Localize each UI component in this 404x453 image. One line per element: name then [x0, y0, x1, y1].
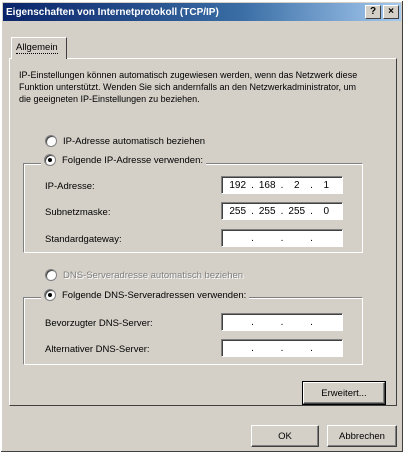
preferred-dns-field[interactable]: . . .	[221, 313, 343, 331]
octet: 255	[258, 205, 276, 217]
octet: 2	[293, 179, 300, 191]
octet: 192	[229, 179, 247, 191]
octet: 0	[323, 205, 330, 217]
dns-manual-label: Folgende DNS-Serveradressen verwenden:	[62, 289, 247, 301]
ip-auto-option[interactable]: IP-Adresse automatisch beziehen	[45, 135, 205, 147]
dns-manual-option[interactable]: Folgende DNS-Serveradressen verwenden:	[41, 289, 250, 301]
subnet-mask-field[interactable]: 255. 255. 255. 0	[221, 202, 343, 220]
dns-auto-radio[interactable]	[45, 269, 57, 281]
cancel-button[interactable]: Abbrechen	[327, 425, 397, 447]
ip-auto-radio[interactable]	[45, 135, 57, 147]
octet: 255	[288, 205, 306, 217]
subnet-mask-label: Subnetzmaske:	[45, 207, 111, 218]
octet: 1	[323, 179, 330, 191]
dns-manual-radio[interactable]	[44, 289, 56, 301]
octet: 168	[258, 179, 276, 191]
ip-manual-label: Folgende IP-Adresse verwenden:	[62, 154, 203, 166]
help-button[interactable]: ?	[365, 5, 381, 19]
dns-auto-label: DNS-Serveradresse automatisch beziehen	[63, 269, 244, 281]
preferred-dns-label: Bevorzugter DNS-Server:	[45, 318, 153, 329]
gateway-field[interactable]: . . .	[221, 229, 343, 247]
gateway-label: Standardgateway:	[45, 234, 122, 245]
tab-label: Allgemein	[16, 42, 58, 54]
alternate-dns-label: Alternativer DNS-Server:	[45, 344, 150, 355]
close-button[interactable]: ×	[383, 5, 399, 19]
close-icon: ×	[388, 6, 394, 17]
octet: 255	[229, 205, 247, 217]
title-bar: Eigenschaften von Internetprotokoll (TCP…	[3, 3, 401, 21]
advanced-button[interactable]: Erweitert...	[302, 381, 386, 405]
dns-auto-option[interactable]: DNS-Serveradresse automatisch beziehen	[45, 269, 243, 281]
ip-manual-radio[interactable]	[44, 154, 56, 166]
ip-manual-option[interactable]: Folgende IP-Adresse verwenden:	[41, 154, 206, 166]
tcpip-properties-dialog: Eigenschaften von Internetprotokoll (TCP…	[0, 0, 404, 453]
ip-address-label: IP-Adresse:	[45, 181, 95, 192]
ip-auto-label: IP-Adresse automatisch beziehen	[63, 135, 206, 147]
tab-allgemein[interactable]: Allgemein	[11, 37, 67, 59]
ok-button[interactable]: OK	[251, 425, 319, 447]
ip-address-field[interactable]: 192. 168. 2. 1	[221, 176, 343, 194]
window-title: Eigenschaften von Internetprotokoll (TCP…	[6, 6, 219, 18]
help-icon: ?	[369, 6, 377, 17]
alternate-dns-field[interactable]: . . .	[221, 339, 343, 357]
intro-text: IP-Einstellungen können automatisch zuge…	[19, 70, 358, 104]
